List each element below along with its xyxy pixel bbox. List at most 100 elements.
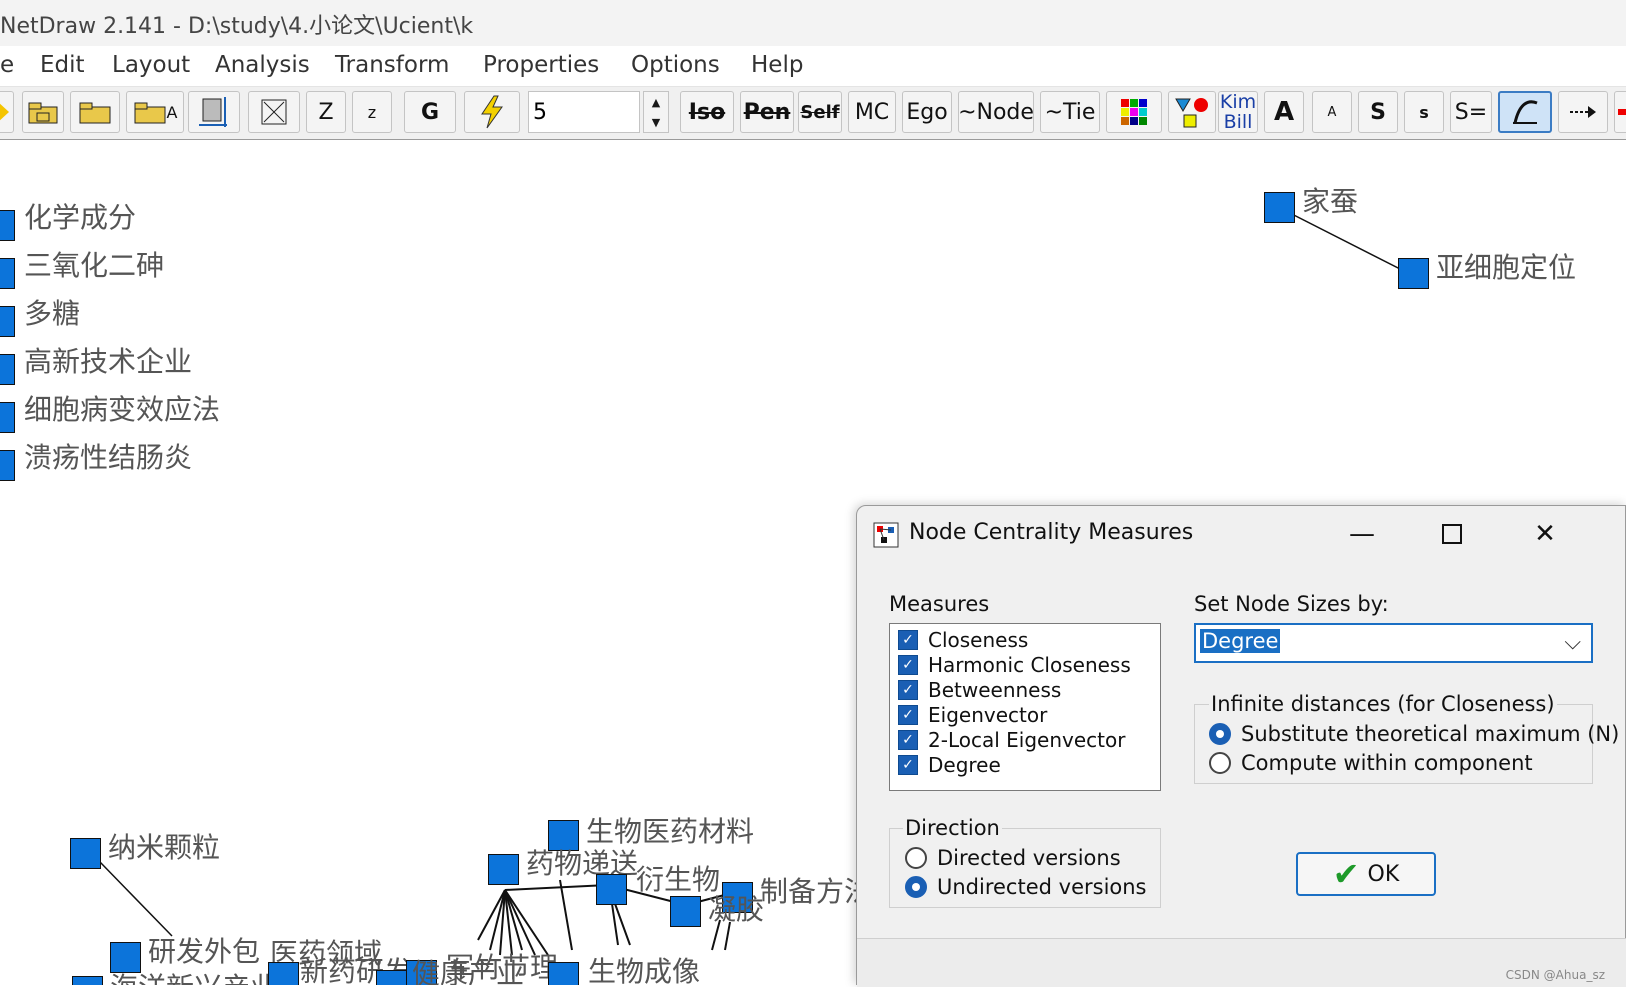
ego-button[interactable]: Ego xyxy=(902,91,952,133)
measure-2-local-eigenvector[interactable]: ✓ 2-Local Eigenvector xyxy=(898,728,1125,752)
node-label: 三氧化二砷 xyxy=(24,249,165,282)
measure-degree[interactable]: ✓ Degree xyxy=(898,753,1001,777)
resize-button[interactable] xyxy=(188,91,240,133)
color-button[interactable] xyxy=(1106,91,1162,133)
radio-substitute-maximum[interactable]: Substitute theoretical maximum (N) xyxy=(1209,722,1619,746)
network-node[interactable] xyxy=(0,210,15,241)
check-icon[interactable]: ✓ xyxy=(898,680,918,700)
network-node[interactable] xyxy=(670,896,701,927)
shape-button[interactable] xyxy=(1168,91,1216,133)
open-folder-button[interactable] xyxy=(70,91,120,133)
check-icon[interactable]: ✓ xyxy=(898,730,918,750)
menu-help[interactable]: Help xyxy=(751,52,803,78)
shapes-icon xyxy=(1175,98,1208,128)
infinite-distances-label: Infinite distances (for Closeness) xyxy=(1209,692,1557,716)
ok-button[interactable]: ✔ OK xyxy=(1296,852,1436,896)
menu-analysis[interactable]: Analysis xyxy=(215,52,310,78)
check-icon[interactable]: ✓ xyxy=(898,630,918,650)
network-node[interactable] xyxy=(0,402,15,433)
node-label: 凝胶 xyxy=(708,893,765,926)
measures-list[interactable]: ✓ Closeness ✓ Harmonic Closeness ✓ Betweenn… xyxy=(889,623,1161,791)
check-icon[interactable]: ✓ xyxy=(898,755,918,775)
network-node[interactable] xyxy=(596,874,627,905)
node-size-select[interactable]: Degree ⌵ xyxy=(1194,623,1593,663)
self-loops-button[interactable]: Self xyxy=(798,91,842,133)
curve-icon xyxy=(1513,100,1538,124)
main-component-button[interactable]: MC xyxy=(848,91,896,133)
node-label: 亚细胞定位 xyxy=(1436,251,1577,284)
menu-layout[interactable]: Layout xyxy=(112,52,190,78)
tie-filter-button[interactable]: ~Tie xyxy=(1040,91,1100,133)
measures-label: Measures xyxy=(889,592,990,616)
iterations-spinner[interactable]: ▲ ▼ xyxy=(643,91,669,133)
checkmark-icon: ✔ xyxy=(1332,855,1360,893)
measure-eigenvector[interactable]: ✓ Eigenvector xyxy=(898,703,1047,727)
network-node[interactable] xyxy=(488,854,519,885)
curve-button[interactable] xyxy=(1498,91,1552,133)
new-icon[interactable] xyxy=(0,91,14,133)
zoom-out-button[interactable]: z xyxy=(352,91,392,133)
font-bigger-button[interactable]: A xyxy=(1264,91,1304,133)
node-label: 海洋新兴产业 xyxy=(110,966,278,985)
node-label: 军竹节理 xyxy=(446,951,559,984)
check-icon[interactable]: ✓ xyxy=(898,705,918,725)
fit-button[interactable] xyxy=(248,91,300,133)
menu-transform[interactable]: Transform xyxy=(335,52,449,78)
network-node[interactable] xyxy=(0,306,15,337)
radio-selected-icon[interactable] xyxy=(905,876,927,898)
lightning-button[interactable] xyxy=(464,91,520,133)
network-node[interactable] xyxy=(376,970,407,985)
minimize-icon[interactable]: — xyxy=(1332,514,1392,554)
menu-edit[interactable]: Edit xyxy=(40,52,85,78)
radio-within-component[interactable]: Compute within component xyxy=(1209,751,1533,775)
network-node[interactable] xyxy=(0,258,15,289)
spin-up-icon[interactable]: ▲ xyxy=(652,96,660,109)
centrality-dialog: Node Centrality Measures — ✕ Measures ✓ C… xyxy=(856,505,1626,987)
measure-betweenness[interactable]: ✓ Betweenness xyxy=(898,678,1061,702)
arrow-button[interactable] xyxy=(1558,91,1608,133)
pendants-button[interactable]: Pen xyxy=(740,91,794,133)
network-node[interactable] xyxy=(70,838,101,869)
graph-button[interactable]: G xyxy=(404,91,456,133)
folder-icon xyxy=(79,102,111,124)
radio-icon[interactable] xyxy=(1209,752,1231,774)
network-node[interactable] xyxy=(1264,192,1295,223)
menu-options[interactable]: Options xyxy=(631,52,720,78)
size-smaller-button[interactable]: s xyxy=(1404,91,1444,133)
isolates-button[interactable]: Iso xyxy=(680,91,734,133)
size-bigger-button[interactable]: S xyxy=(1358,91,1398,133)
check-icon[interactable]: ✓ xyxy=(898,655,918,675)
node-filter-button[interactable]: ~Node xyxy=(958,91,1034,133)
network-node[interactable] xyxy=(72,976,103,985)
menu-bar: e Edit Layout Analysis Transform Propert… xyxy=(0,46,1626,87)
maximize-icon[interactable] xyxy=(1422,514,1482,554)
node-label: 家蚕 xyxy=(1302,185,1359,218)
size-equal-button[interactable]: S= xyxy=(1450,91,1492,133)
network-node[interactable] xyxy=(1398,258,1429,289)
measure-harmonic-closeness[interactable]: ✓ Harmonic Closeness xyxy=(898,653,1131,677)
network-node[interactable] xyxy=(0,354,15,385)
line-color-button[interactable] xyxy=(1614,91,1626,133)
close-icon[interactable]: ✕ xyxy=(1515,514,1575,554)
open-attribute-button[interactable]: A xyxy=(126,91,184,133)
expand-icon xyxy=(261,99,287,125)
network-node[interactable] xyxy=(548,962,579,985)
radio-directed[interactable]: Directed versions xyxy=(905,846,1121,870)
measure-closeness[interactable]: ✓ Closeness xyxy=(898,628,1028,652)
open-network-button[interactable] xyxy=(22,91,64,133)
network-node[interactable] xyxy=(268,962,299,985)
menu-file[interactable]: e xyxy=(0,52,14,78)
kim-bill-button[interactable]: Kim Bill xyxy=(1218,91,1258,133)
menu-properties[interactable]: Properties xyxy=(483,52,599,78)
radio-undirected[interactable]: Undirected versions xyxy=(905,875,1147,899)
node-label: 多糖 xyxy=(24,297,81,330)
layout-iterations-input[interactable] xyxy=(528,91,640,133)
zoom-in-button[interactable]: Z xyxy=(306,91,346,133)
font-smaller-button[interactable]: A xyxy=(1312,91,1352,133)
network-node[interactable] xyxy=(0,450,15,481)
radio-selected-icon[interactable] xyxy=(1209,723,1231,745)
spin-down-icon[interactable]: ▼ xyxy=(652,116,660,129)
node-label: 高新技术企业 xyxy=(24,345,193,378)
radio-icon[interactable] xyxy=(905,847,927,869)
chevron-down-icon[interactable]: ⌵ xyxy=(1564,630,1581,655)
